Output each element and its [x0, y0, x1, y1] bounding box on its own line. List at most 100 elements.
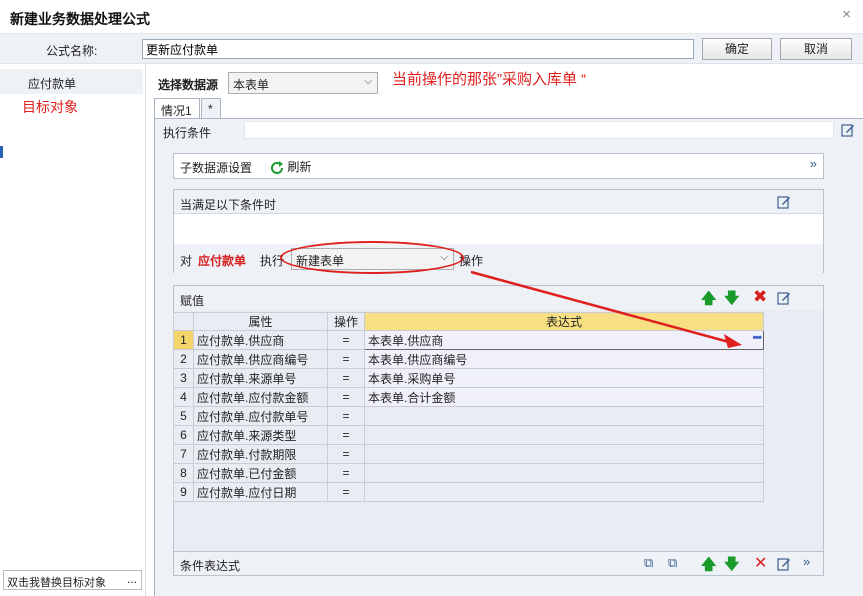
op-cell[interactable]: = [327, 387, 365, 407]
edit-icon[interactable] [777, 291, 791, 305]
replace-target-text: 双击我替换目标对象 [7, 577, 106, 589]
assign-table: 属性 操作 表达式 1 应付款单.供应商 = 本表单.供应商 ••• 2 应付款单.供应商编… [173, 312, 764, 502]
op-cell[interactable]: = [327, 463, 365, 483]
row-number: 5 [173, 406, 194, 426]
expression-ellipsis-button[interactable]: ••• [752, 332, 762, 344]
replace-target-field[interactable]: 双击我替换目标对象 ... [3, 570, 142, 590]
table-row[interactable]: 1 应付款单.供应商 = 本表单.供应商 ••• [173, 330, 764, 350]
table-row[interactable]: 8 应付款单.已付金额 = [173, 463, 764, 483]
close-icon[interactable]: × [842, 6, 851, 23]
window-title: 新建业务数据处理公式 [10, 11, 150, 27]
op-cell[interactable]: = [327, 482, 365, 502]
exec-condition-label: 执行条件 [163, 126, 212, 140]
property-cell[interactable]: 应付款单.来源单号 [193, 368, 328, 388]
assign-header: 赋值 🡅 🡇 ✖ [174, 286, 823, 310]
expand-icon[interactable]: » [803, 554, 810, 569]
annotation-ellipse [280, 241, 464, 274]
subsource-panel: 子数据源设置 刷新 » [173, 153, 824, 179]
property-cell[interactable]: 应付款单.供应商编号 [193, 349, 328, 369]
source-select-value: 本表单 [233, 78, 270, 92]
move-up-icon[interactable]: 🡅 [701, 554, 716, 579]
property-cell[interactable]: 应付款单.来源类型 [193, 425, 328, 445]
op-cell[interactable]: = [327, 368, 365, 388]
more-button[interactable]: ... [127, 572, 137, 586]
table-row[interactable]: 9 应付款单.应付日期 = [173, 482, 764, 502]
add-condition-icon[interactable]: ⧉ [668, 555, 677, 571]
table-row[interactable]: 6 应付款单.来源类型 = [173, 425, 764, 445]
op-cell[interactable]: = [327, 349, 365, 369]
cancel-button[interactable]: 取消 [780, 38, 852, 60]
row-number: 4 [173, 387, 194, 407]
expression-cell[interactable]: 本表单.供应商编号 [364, 349, 764, 369]
expression-cell[interactable]: 本表单.供应商 ••• [364, 330, 764, 350]
refresh-label: 刷新 [287, 160, 312, 174]
main-area: 选择数据源 本表单 ⌵ 当前操作的那张”采购入库单 “ 情况1 * 执行条件 子… [146, 64, 863, 596]
exec-condition-row: 执行条件 [154, 118, 863, 142]
assign-title: 赋值 [180, 294, 205, 308]
source-annotation: 当前操作的那张”采购入库单 “ [392, 71, 587, 88]
add-group-icon[interactable]: ⧉ [644, 555, 653, 571]
row-number: 8 [173, 463, 194, 483]
target-item-payable[interactable]: 应付款单 [0, 69, 143, 94]
expression-cell[interactable] [364, 444, 764, 464]
property-cell[interactable]: 应付款单.已付金额 [193, 463, 328, 483]
source-select[interactable]: 本表单 ⌵ [228, 72, 378, 94]
column-header-op[interactable]: 操作 [327, 312, 365, 331]
table-row[interactable]: 3 应付款单.来源单号 = 本表单.采购单号 [173, 368, 764, 388]
expression-cell[interactable] [364, 463, 764, 483]
op-cell[interactable]: = [327, 425, 365, 445]
tab-add[interactable]: * [201, 98, 221, 118]
move-down-icon[interactable]: 🡇 [724, 554, 739, 579]
row-number: 1 [173, 330, 194, 350]
tab-add-label: * [208, 102, 213, 116]
source-label: 选择数据源 [158, 78, 219, 92]
exec-condition-input[interactable] [244, 121, 834, 139]
property-cell[interactable]: 应付款单.应付款金额 [193, 387, 328, 407]
refresh-button[interactable]: 刷新 [270, 158, 311, 175]
op-cell[interactable]: = [327, 444, 365, 464]
delete-icon[interactable]: ✖ [753, 287, 767, 307]
row-number: 3 [173, 368, 194, 388]
cond-expr-label: 条件表达式 [180, 559, 241, 573]
table-row[interactable]: 4 应付款单.应付款金额 = 本表单.合计金额 [173, 387, 764, 407]
condition-title: 当满足以下条件时 [180, 198, 277, 212]
property-cell[interactable]: 应付款单.供应商 [193, 330, 328, 350]
assign-panel: 赋值 🡅 🡇 ✖ 属性 操作 表达式 1 应付款单.供应商 = 本表单.供应商 ••• 2… [173, 285, 824, 553]
row-number-header [173, 312, 194, 331]
delete-icon[interactable]: ✕ [754, 553, 767, 573]
formula-name-input[interactable] [142, 39, 694, 59]
edit-icon[interactable] [777, 195, 791, 209]
expression-cell[interactable] [364, 406, 764, 426]
formula-name-row: 公式名称: 确定 取消 [0, 34, 863, 64]
property-cell[interactable]: 应付款单.付款期限 [193, 444, 328, 464]
column-header-expression[interactable]: 表达式 [364, 312, 764, 331]
property-cell[interactable]: 应付款单.应付日期 [193, 482, 328, 502]
action-row: 对 应付款单 执行 新建表单 ⌵ 操作 [174, 244, 823, 273]
ok-button[interactable]: 确定 [702, 38, 772, 60]
chevron-down-icon: ⌵ [364, 76, 372, 87]
title-bar: 新建业务数据处理公式 × [0, 0, 863, 34]
action-prefix: 对 [180, 254, 193, 268]
expression-cell[interactable] [364, 482, 764, 502]
column-header-property[interactable]: 属性 [193, 312, 328, 331]
expression-cell[interactable]: 本表单.采购单号 [364, 368, 764, 388]
edit-icon[interactable] [777, 557, 791, 571]
row-number: 6 [173, 425, 194, 445]
op-cell[interactable]: = [327, 406, 365, 426]
edit-icon[interactable] [841, 123, 855, 137]
cond-expr-bar: 条件表达式 ⧉ ⧉ 🡅 🡇 ✕ » [173, 551, 824, 576]
expression-cell[interactable] [364, 425, 764, 445]
table-row[interactable]: 7 应付款单.付款期限 = [173, 444, 764, 464]
selection-marker [0, 146, 3, 158]
op-cell[interactable]: = [327, 330, 365, 350]
table-row[interactable]: 2 应付款单.供应商编号 = 本表单.供应商编号 [173, 349, 764, 369]
formula-name-label: 公式名称: [46, 44, 98, 58]
property-cell[interactable]: 应付款单.应付款单号 [193, 406, 328, 426]
expand-icon[interactable]: » [810, 156, 817, 171]
expression-cell[interactable]: 本表单.合计金额 [364, 387, 764, 407]
row-number: 9 [173, 482, 194, 502]
tab-case-1[interactable]: 情况1 [154, 98, 200, 118]
refresh-icon [271, 161, 283, 174]
table-row[interactable]: 5 应付款单.应付款单号 = [173, 406, 764, 426]
target-item-label: 应付款单 [28, 77, 77, 91]
